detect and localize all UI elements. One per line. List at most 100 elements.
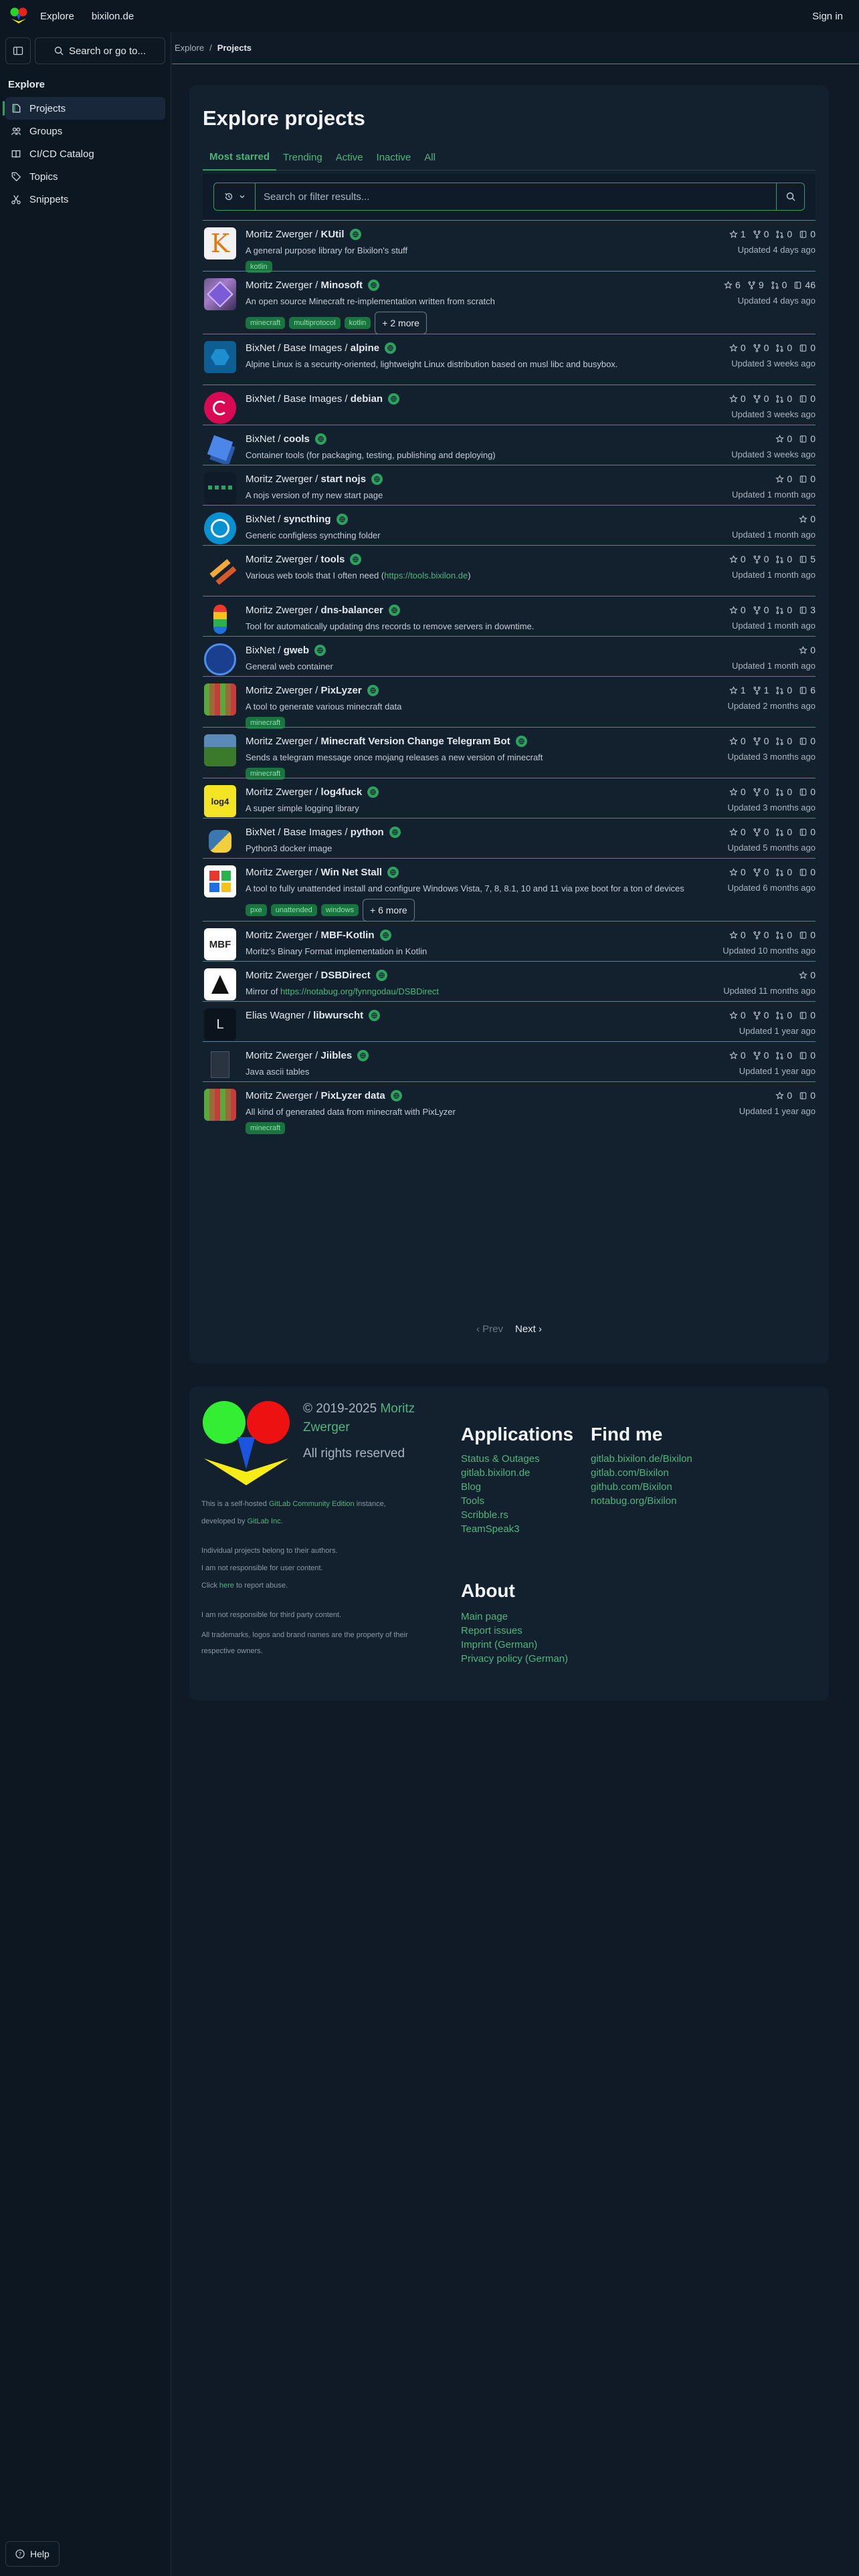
next-page-button[interactable]: Next › <box>515 1323 542 1335</box>
issues-count[interactable]: 0 <box>799 393 816 404</box>
app-link[interactable]: Blog <box>461 1480 540 1494</box>
issues-count[interactable]: 0 <box>799 827 816 837</box>
merge-request-count[interactable]: 0 <box>775 393 792 404</box>
gitlab-inc-link[interactable]: GitLab Inc. <box>248 1517 283 1525</box>
fork-count[interactable]: 0 <box>753 342 769 353</box>
project-name[interactable]: BixNet / Base Images / python <box>246 827 401 838</box>
fork-count[interactable]: 0 <box>753 1050 769 1061</box>
issues-count[interactable]: 0 <box>799 1010 816 1021</box>
merge-request-count[interactable]: 0 <box>775 685 792 695</box>
fork-count[interactable]: 0 <box>753 930 769 940</box>
project-name[interactable]: Moritz Zwerger / Win Net Stall <box>246 867 684 878</box>
app-link[interactable]: Status & Outages <box>461 1452 540 1466</box>
project-name[interactable]: BixNet / cools <box>246 433 496 445</box>
fork-count[interactable]: 0 <box>753 1010 769 1021</box>
project-avatar[interactable]: MBF <box>204 928 236 960</box>
issues-count[interactable]: 0 <box>799 1050 816 1061</box>
issues-count[interactable]: 6 <box>799 685 816 695</box>
star-count[interactable]: 0 <box>729 1010 746 1021</box>
topic-badge[interactable]: kotlin <box>344 317 371 329</box>
star-count[interactable]: 0 <box>729 736 746 746</box>
report-abuse-link[interactable]: here <box>219 1582 234 1590</box>
project-name[interactable]: BixNet / syncthing <box>246 514 381 525</box>
project-name[interactable]: Moritz Zwerger / Minecraft Version Chang… <box>246 736 543 747</box>
sidebar-item-projects[interactable]: Projects <box>3 97 165 120</box>
app-link[interactable]: gitlab.bixilon.de <box>461 1466 540 1480</box>
fork-count[interactable]: 0 <box>753 786 769 797</box>
star-count[interactable]: 0 <box>729 554 746 564</box>
project-name[interactable]: Moritz Zwerger / dns-balancer <box>246 605 534 616</box>
merge-request-count[interactable]: 0 <box>775 930 792 940</box>
issues-count[interactable]: 0 <box>799 786 816 797</box>
about-link[interactable]: Report issues <box>461 1624 568 1638</box>
project-avatar[interactable] <box>204 552 236 584</box>
star-count[interactable]: 1 <box>729 229 746 239</box>
site-logo-icon[interactable] <box>9 7 28 25</box>
issues-count[interactable]: 5 <box>799 554 816 564</box>
star-count[interactable]: 0 <box>799 970 816 980</box>
find-me-link[interactable]: gitlab.com/Bixilon <box>591 1466 692 1480</box>
project-name[interactable]: Moritz Zwerger / start nojs <box>246 473 383 485</box>
project-avatar[interactable] <box>204 1089 236 1121</box>
tab-active[interactable]: Active <box>329 144 370 171</box>
merge-request-count[interactable]: 0 <box>775 554 792 564</box>
app-link[interactable]: Tools <box>461 1494 540 1508</box>
topic-badge[interactable]: unattended <box>270 904 317 916</box>
more-topics-button[interactable]: + 6 more <box>363 899 415 922</box>
about-link[interactable]: Imprint (German) <box>461 1638 568 1652</box>
star-count[interactable]: 1 <box>729 685 746 695</box>
merge-request-count[interactable]: 0 <box>775 342 792 353</box>
project-avatar[interactable] <box>204 392 236 424</box>
find-me-link[interactable]: github.com/Bixilon <box>591 1480 692 1494</box>
project-name[interactable]: Moritz Zwerger / DSBDirect <box>246 970 439 981</box>
issues-count[interactable]: 0 <box>799 342 816 353</box>
topic-badge[interactable]: multiprotocol <box>289 317 341 329</box>
fork-count[interactable]: 0 <box>753 605 769 615</box>
topic-badge[interactable]: minecraft <box>246 317 286 329</box>
tab-inactive[interactable]: Inactive <box>370 144 418 171</box>
star-count[interactable]: 0 <box>775 473 792 484</box>
app-link[interactable]: TeamSpeak3 <box>461 1522 540 1536</box>
star-count[interactable]: 0 <box>729 605 746 615</box>
topic-badge[interactable]: minecraft <box>246 1122 286 1134</box>
fork-count[interactable]: 0 <box>753 827 769 837</box>
project-name[interactable]: BixNet / gweb <box>246 645 333 656</box>
gitlab-ce-link[interactable]: GitLab Community Edition <box>269 1500 355 1508</box>
topic-badge[interactable]: windows <box>320 904 359 916</box>
global-search-button[interactable]: Search or go to... <box>35 37 165 64</box>
project-avatar[interactable] <box>204 643 236 675</box>
about-link[interactable]: Privacy policy (German) <box>461 1652 568 1666</box>
project-avatar[interactable] <box>204 512 236 544</box>
more-topics-button[interactable]: + 2 more <box>375 312 427 334</box>
project-name[interactable]: Moritz Zwerger / PixLyzer data <box>246 1090 456 1101</box>
about-link[interactable]: Main page <box>461 1610 568 1624</box>
project-name[interactable]: Moritz Zwerger / log4fuck <box>246 786 379 798</box>
star-count[interactable]: 0 <box>729 867 746 877</box>
project-avatar[interactable] <box>204 825 236 857</box>
project-name[interactable]: BixNet / Base Images / debian <box>246 393 400 405</box>
star-count[interactable]: 0 <box>729 393 746 404</box>
project-description-link[interactable]: https://tools.bixilon.de <box>384 570 468 580</box>
project-avatar[interactable]: L <box>204 1008 236 1041</box>
fork-count[interactable]: 1 <box>753 685 769 695</box>
tab-most-starred[interactable]: Most starred <box>203 144 277 171</box>
sidebar-item-ci-cd-catalog[interactable]: CI/CD Catalog <box>5 142 165 165</box>
project-avatar[interactable]: K <box>204 227 236 259</box>
star-count[interactable]: 0 <box>729 786 746 797</box>
prev-page-button[interactable]: ‹ Prev <box>476 1323 503 1335</box>
star-count[interactable]: 0 <box>799 645 816 655</box>
star-count[interactable]: 0 <box>799 514 816 524</box>
fork-count[interactable]: 0 <box>753 554 769 564</box>
star-count[interactable]: 0 <box>729 827 746 837</box>
project-avatar[interactable]: log4 <box>204 785 236 817</box>
fork-count[interactable]: 9 <box>747 280 764 290</box>
filter-search-button[interactable] <box>776 183 804 210</box>
merge-request-count[interactable]: 0 <box>775 1050 792 1061</box>
star-count[interactable]: 0 <box>775 433 792 444</box>
sidebar-item-topics[interactable]: Topics <box>5 165 165 188</box>
breadcrumb-explore[interactable]: Explore <box>175 43 204 53</box>
issues-count[interactable]: 0 <box>799 229 816 239</box>
recent-searches-button[interactable] <box>214 183 256 210</box>
app-link[interactable]: Scribble.rs <box>461 1508 540 1522</box>
filter-search-input[interactable]: Search or filter results... <box>256 191 776 203</box>
